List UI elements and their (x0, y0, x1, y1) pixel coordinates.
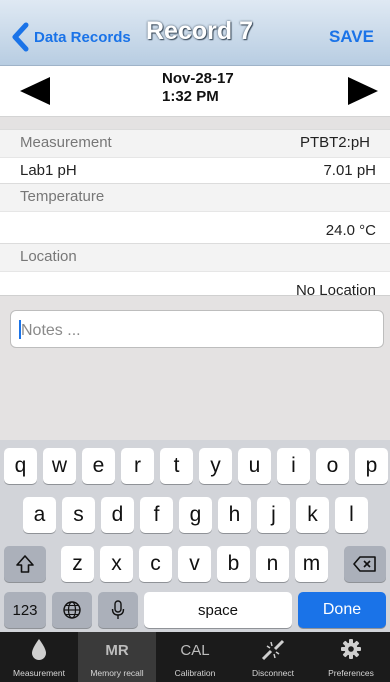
measurement-value-row[interactable]: Lab1 pH 7.01 pH (0, 157, 390, 183)
notes-section: Notes ... (0, 295, 390, 440)
tab-disconnect-label: Disconnect (251, 668, 295, 678)
tab-disconnect[interactable]: Disconnect (234, 632, 312, 682)
key-r[interactable]: r (121, 448, 154, 484)
next-record-icon[interactable] (346, 76, 380, 106)
shift-icon (16, 555, 34, 573)
memory-recall-icon: MR (105, 642, 129, 659)
key-x[interactable]: x (100, 546, 133, 582)
notes-input[interactable]: Notes ... (10, 310, 384, 348)
globe-key[interactable] (52, 592, 92, 628)
disconnect-icon (261, 639, 285, 661)
section-divider (0, 116, 390, 129)
measurement-value: 7.01 pH (323, 162, 376, 179)
microphone-icon (111, 600, 125, 619)
done-key[interactable]: Done (298, 592, 386, 628)
key-f[interactable]: f (140, 497, 173, 533)
key-l[interactable]: l (335, 497, 368, 533)
key-j[interactable]: j (257, 497, 290, 533)
back-button-label: Data Records (34, 28, 131, 46)
tab-bar: Measurement MR Memory recall CAL Calibra… (0, 632, 390, 682)
dictation-key[interactable] (98, 592, 138, 628)
navigation-bar: Data Records Record 7 SAVE (0, 0, 390, 66)
key-n[interactable]: n (256, 546, 289, 582)
save-button[interactable]: SAVE (329, 27, 374, 47)
key-b[interactable]: b (217, 546, 250, 582)
tab-preferences[interactable]: Preferences (312, 632, 390, 682)
key-z[interactable]: z (61, 546, 94, 582)
key-p[interactable]: p (355, 448, 388, 484)
key-v[interactable]: v (178, 546, 211, 582)
tab-calibration-label: Calibration (174, 668, 216, 678)
keyboard: qwertyuiop asdfghjkl zxcvbnm 123 space D… (0, 440, 390, 632)
record-details: Measurement PTBT2:pH Lab1 pH 7.01 pH Tem… (0, 129, 390, 303)
space-key[interactable]: space (144, 592, 292, 628)
key-q[interactable]: q (4, 448, 37, 484)
back-button[interactable]: Data Records (10, 22, 131, 52)
globe-icon (63, 601, 81, 619)
tab-memory-recall[interactable]: MR Memory recall (78, 632, 156, 682)
temperature-value: 24.0 °C (325, 222, 376, 239)
key-k[interactable]: k (296, 497, 329, 533)
probe-name: PTBT2:pH (299, 134, 370, 151)
temperature-value-row[interactable]: 24.0 °C (0, 211, 390, 243)
calibration-icon: CAL (180, 642, 210, 659)
backspace-key[interactable] (344, 546, 386, 582)
record-timestamp: Nov-28-17 1:32 PM (162, 70, 234, 106)
key-i[interactable]: i (277, 448, 310, 484)
notes-placeholder: Notes ... (21, 322, 81, 339)
measurement-header-row: Measurement PTBT2:pH (0, 129, 390, 157)
key-t[interactable]: t (160, 448, 193, 484)
key-u[interactable]: u (238, 448, 271, 484)
measurement-label: Measurement (20, 134, 112, 151)
key-e[interactable]: e (82, 448, 115, 484)
tab-measurement-label: Measurement (13, 668, 65, 678)
shift-key[interactable] (4, 546, 46, 582)
key-m[interactable]: m (295, 546, 328, 582)
tab-memory-recall-label: Memory recall (90, 668, 144, 678)
key-d[interactable]: d (101, 497, 134, 533)
record-time: 1:32 PM (162, 88, 219, 105)
page-title: Record 7 (146, 17, 253, 45)
key-a[interactable]: a (23, 497, 56, 533)
tab-measurement[interactable]: Measurement (0, 632, 78, 682)
key-s[interactable]: s (62, 497, 95, 533)
chevron-left-icon (12, 22, 29, 52)
location-label: Location (0, 243, 390, 271)
key-w[interactable]: w (43, 448, 76, 484)
key-c[interactable]: c (139, 546, 172, 582)
tab-calibration[interactable]: CAL Calibration (156, 632, 234, 682)
tab-preferences-label: Preferences (328, 668, 374, 678)
numbers-key[interactable]: 123 (4, 592, 46, 628)
previous-record-icon[interactable] (18, 76, 52, 106)
backspace-icon (353, 556, 376, 572)
temperature-label: Temperature (0, 183, 390, 211)
key-g[interactable]: g (179, 497, 212, 533)
key-o[interactable]: o (316, 448, 349, 484)
key-h[interactable]: h (218, 497, 251, 533)
droplet-icon (32, 639, 46, 660)
record-date: Nov-28-17 (162, 70, 234, 87)
gear-icon (341, 639, 361, 659)
key-y[interactable]: y (199, 448, 232, 484)
record-date-bar: Nov-28-17 1:32 PM (0, 66, 390, 116)
measurement-name: Lab1 pH (20, 162, 77, 179)
